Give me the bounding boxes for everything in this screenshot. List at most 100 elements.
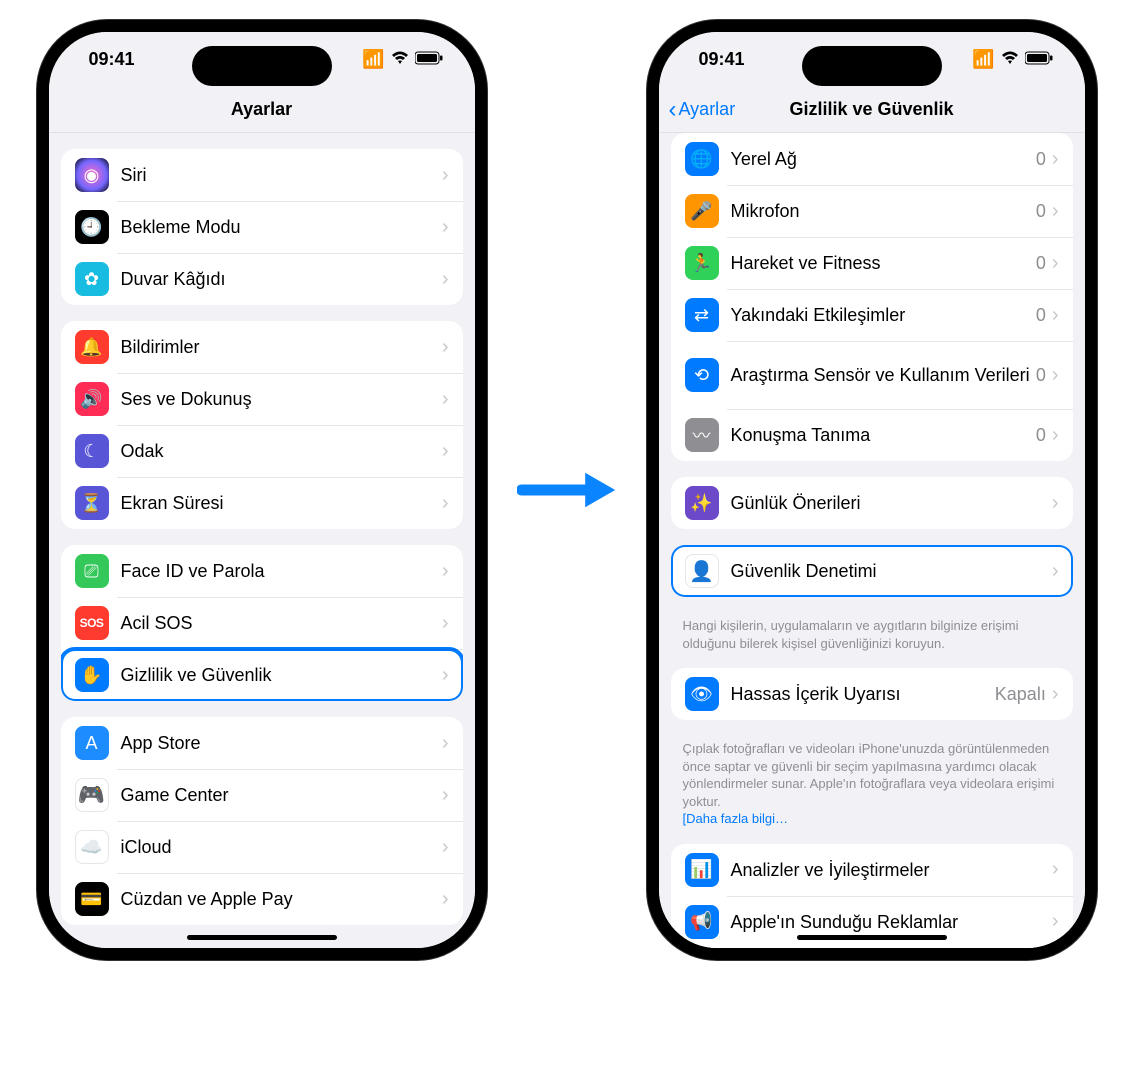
hand-icon: ✋ [75, 658, 109, 692]
battery-icon [415, 49, 443, 70]
row-wallet[interactable]: 💳Cüzdan ve Apple Pay› [61, 873, 463, 925]
chevron-right-icon: › [442, 440, 449, 463]
standby-icon: 🕘 [75, 210, 109, 244]
settings-group: AApp Store›🎮Game Center›☁️iCloud›💳Cüzdan… [61, 717, 463, 925]
row-sensitive[interactable]: 👁Hassas İçerik UyarısıKapalı› [671, 668, 1073, 720]
row-siri[interactable]: ◉Siri› [61, 149, 463, 201]
settings-list[interactable]: ◉Siri›🕘Bekleme Modu›✿Duvar Kâğıdı› 🔔 Bildi… [49, 133, 475, 948]
row-label: Acil SOS [121, 612, 442, 635]
cellular-icon: 📶 [362, 49, 384, 70]
moon-icon: ☾ [75, 434, 109, 468]
chevron-left-icon: ‹ [669, 96, 677, 124]
row-value: 0 [1036, 365, 1046, 386]
hourglass-icon: ⏳ [75, 486, 109, 520]
row-label: Hareket ve Fitness [731, 252, 1036, 275]
row-privacy[interactable]: ✋Gizlilik ve Güvenlik› [61, 649, 463, 701]
chevron-right-icon: › [442, 388, 449, 411]
row-label: Duvar Kâğıdı [121, 268, 442, 291]
row-appstore[interactable]: A App Store› [61, 717, 463, 769]
chevron-right-icon: › [442, 732, 449, 755]
row-value: 0 [1036, 425, 1046, 446]
row-label: App Store [121, 732, 442, 755]
speaker-icon: 🔊 [75, 382, 109, 416]
row-focus[interactable]: ☾Odak› [61, 425, 463, 477]
row-speech[interactable]: 〰Konuşma Tanıma0› [671, 409, 1073, 461]
row-label: Ekran Süresi [121, 492, 442, 515]
chevron-right-icon: › [1052, 424, 1059, 447]
row-screentime[interactable]: ⏳ Ekran Süresi› [61, 477, 463, 529]
back-label: Ayarlar [679, 99, 736, 120]
row-sound[interactable]: 🔊Ses ve Dokunuş› [61, 373, 463, 425]
row-analytics[interactable]: 📊Analizler ve İyileştirmeler› [671, 844, 1073, 896]
row-label: Gizlilik ve Güvenlik [121, 664, 442, 687]
row-label: iCloud [121, 836, 442, 859]
row-microphone[interactable]: 🎤Mikrofon0› [671, 185, 1073, 237]
globe-icon: 🌐 [685, 142, 719, 176]
row-label: Bildirimler [121, 336, 442, 359]
row-nearby[interactable]: ⇄Yakındaki Etkileşimler0› [671, 289, 1073, 341]
status-indicators: 📶 [972, 49, 1052, 70]
row-ads[interactable]: 📢Apple'ın Sunduğu Reklamlar› [671, 896, 1073, 948]
row-wallpaper[interactable]: ✿Duvar Kâğıdı› [61, 253, 463, 305]
row-localnet[interactable]: 🌐Yerel Ağ0› [671, 133, 1073, 185]
row-gamecenter[interactable]: 🎮Game Center› [61, 769, 463, 821]
row-research[interactable]: ⟲Araştırma Sensör ve Kullanım Verileri0› [671, 341, 1073, 409]
row-safetycheck[interactable]: 👤Güvenlik Denetimi› [671, 545, 1073, 597]
settings-group: 🔔Bildirimler›🔊Ses ve Dokunuş›☾Odak›⏳Ekra… [61, 321, 463, 529]
sos-icon: SOS [75, 606, 109, 640]
chevron-right-icon: › [442, 336, 449, 359]
mic-icon: 🎤 [685, 194, 719, 228]
row-journal[interactable]: ✨Günlük Önerileri› [671, 477, 1073, 529]
phone-privacy: 09:41 📶 ‹ Ayarlar Gizlilik ve Güvenlik 🌐… [647, 20, 1097, 960]
chevron-right-icon: › [442, 164, 449, 187]
chevron-right-icon: › [442, 268, 449, 291]
home-indicator[interactable] [187, 935, 337, 940]
chevron-right-icon: › [1052, 364, 1059, 387]
row-value: 0 [1036, 253, 1046, 274]
home-indicator[interactable] [797, 935, 947, 940]
row-value: 0 [1036, 201, 1046, 222]
bell-icon: 🔔 [75, 330, 109, 364]
cloud-icon: ☁️ [75, 830, 109, 864]
chevron-right-icon: › [442, 560, 449, 583]
row-label: Face ID ve Parola [121, 560, 442, 583]
gamecenter-icon: 🎮 [75, 778, 109, 812]
chevron-right-icon: › [442, 612, 449, 635]
row-label: Yakındaki Etkileşimler [731, 304, 1036, 327]
research-icon: ⟲ [685, 358, 719, 392]
row-label: Günlük Önerileri [731, 492, 1052, 515]
nav-bar: ‹ Ayarlar Gizlilik ve Güvenlik [659, 87, 1085, 133]
row-faceid[interactable]: ⎚Face ID ve Parola› [61, 545, 463, 597]
chevron-right-icon: › [442, 216, 449, 239]
row-icloud[interactable]: ☁️ iCloud› [61, 821, 463, 873]
privacy-list[interactable]: 🌐Yerel Ağ0›🎤Mikrofon0›🏃Hareket ve Fitnes… [659, 133, 1085, 948]
row-label: Cüzdan ve Apple Pay [121, 888, 442, 911]
back-button[interactable]: ‹ Ayarlar [669, 96, 736, 124]
chevron-right-icon: › [1052, 858, 1059, 881]
row-label: Yerel Ağ [731, 148, 1036, 171]
chart-icon: 📊 [685, 853, 719, 887]
wifi-icon [391, 49, 409, 70]
arrow-icon [517, 465, 617, 515]
chevron-right-icon: › [442, 492, 449, 515]
siri-icon: ◉ [75, 158, 109, 192]
row-value: 0 [1036, 149, 1046, 170]
row-label: Apple'ın Sunduğu Reklamlar [731, 911, 1052, 934]
battery-icon [1025, 49, 1053, 70]
row-standby[interactable]: 🕘Bekleme Modu› [61, 201, 463, 253]
group-footnote: Hangi kişilerin, uygulamaların ve aygıtl… [659, 613, 1085, 652]
row-notifications[interactable]: 🔔 Bildirimler› [61, 321, 463, 373]
status-indicators: 📶 [362, 49, 442, 70]
person-shield-icon: 👤 [685, 554, 719, 588]
chevron-right-icon: › [442, 836, 449, 859]
nav-bar: Ayarlar [49, 87, 475, 133]
dynamic-island [802, 46, 942, 86]
wallet-icon: 💳 [75, 882, 109, 916]
learn-more-link[interactable]: [Daha fazla bilgi… [683, 811, 789, 826]
row-motion[interactable]: 🏃Hareket ve Fitness0› [671, 237, 1073, 289]
nearby-icon: ⇄ [685, 298, 719, 332]
speech-icon: 〰 [685, 418, 719, 452]
row-sos[interactable]: SOS Acil SOS› [61, 597, 463, 649]
appstore-icon: A [75, 726, 109, 760]
chevron-right-icon: › [1052, 304, 1059, 327]
